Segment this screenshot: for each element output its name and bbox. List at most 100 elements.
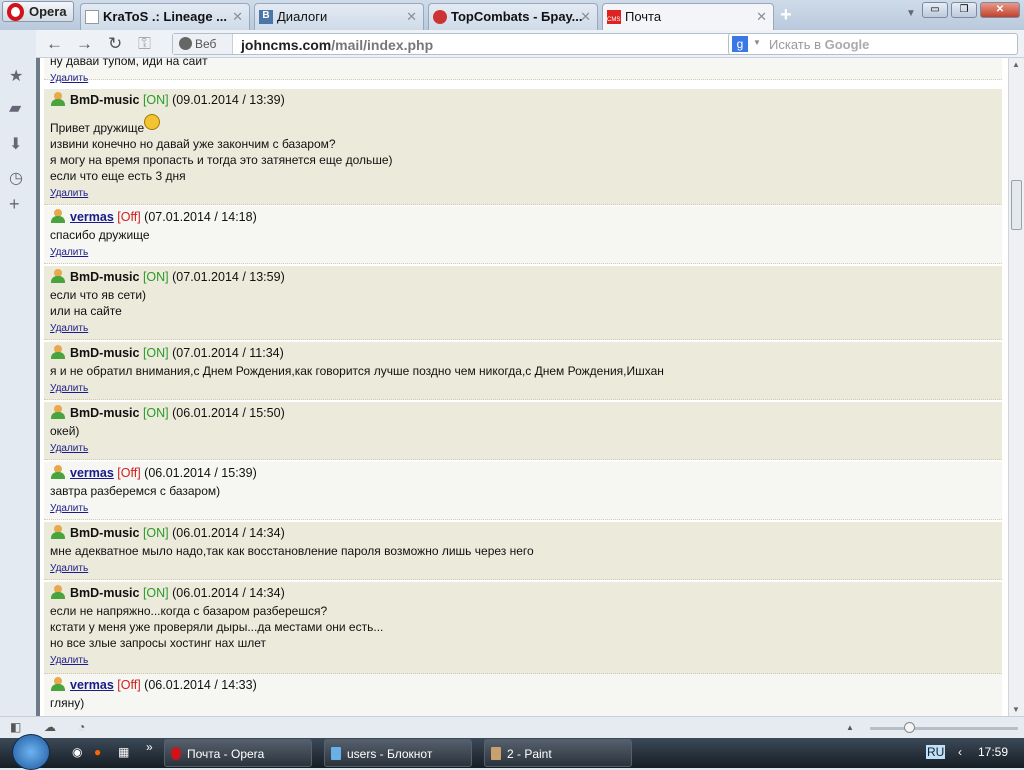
user-icon bbox=[50, 525, 66, 539]
back-icon[interactable]: ← bbox=[46, 34, 63, 54]
tab-dialogs[interactable]: B Диалоги ✕ bbox=[254, 3, 424, 30]
tab-mail[interactable]: CMS Почта ✕ bbox=[602, 3, 774, 30]
tab-list-icon[interactable]: ▼ bbox=[906, 8, 916, 19]
username[interactable]: vermas bbox=[70, 678, 114, 692]
user-icon bbox=[50, 677, 66, 691]
message-text: окей) bbox=[50, 424, 80, 438]
web-badge[interactable]: Веб bbox=[173, 34, 233, 54]
username: BmD-music bbox=[70, 406, 140, 420]
taskbar-notepad[interactable]: users - Блокнот bbox=[324, 739, 472, 767]
taskbar-label: users - Блокнот bbox=[347, 747, 433, 761]
message-header: BmD-music [ON] (09.01.2014 / 13:39) bbox=[50, 92, 996, 108]
message-text: гляну) bbox=[50, 696, 85, 710]
message-header: vermas [Off] (07.01.2014 / 14:18) bbox=[50, 209, 996, 225]
delete-link[interactable]: Удалить bbox=[50, 561, 996, 577]
message-text: кстати у меня уже проверяли дыры...да ме… bbox=[50, 620, 384, 634]
message-header: BmD-music [ON] (07.01.2014 / 11:34) bbox=[50, 345, 996, 361]
status-badge: [Off] bbox=[117, 210, 141, 224]
search-placeholder: Искать в bbox=[769, 37, 825, 52]
google-icon: g bbox=[732, 36, 748, 52]
opera-menu-button[interactable]: Opera bbox=[2, 1, 74, 22]
close-window-button[interactable]: ✕ bbox=[980, 2, 1020, 18]
scroll-thumb[interactable] bbox=[1011, 180, 1022, 230]
message-item: vermas [Off] (06.01.2014 / 15:39) завтра … bbox=[44, 462, 1002, 520]
user-icon bbox=[50, 269, 66, 283]
start-button[interactable] bbox=[12, 734, 50, 770]
delete-link[interactable]: Удалить bbox=[50, 71, 996, 87]
side-panel: ★ ▰ ⬇ ◷ + bbox=[0, 30, 36, 716]
new-tab-button[interactable]: + bbox=[780, 4, 792, 27]
close-tab-icon[interactable]: ✕ bbox=[406, 9, 417, 25]
tray-expand-icon[interactable]: ‹ bbox=[958, 745, 962, 759]
turbo-icon[interactable]: ◔ bbox=[78, 720, 85, 734]
message-header: BmD-music [ON] (06.01.2014 / 15:50) bbox=[50, 405, 996, 421]
delete-link[interactable]: Удалить bbox=[50, 381, 996, 397]
zoom-slider[interactable] bbox=[870, 722, 1018, 733]
language-indicator[interactable]: RU bbox=[926, 745, 946, 759]
notes-icon[interactable]: ▰ bbox=[9, 98, 21, 118]
tab-topcombats[interactable]: TopCombats - Брау... ✕ bbox=[428, 3, 598, 30]
username: BmD-music bbox=[70, 586, 140, 600]
message-item: BmD-music [ON] (07.01.2014 / 11:34) я и н… bbox=[44, 342, 1002, 400]
panel-toggle-icon[interactable]: ◧ bbox=[10, 720, 21, 734]
unite-icon[interactable]: ☁ bbox=[44, 720, 56, 734]
search-brand: Google bbox=[824, 37, 870, 52]
message-item: vermas [Off] (06.01.2014 / 14:33)гляну)У… bbox=[44, 674, 1002, 716]
close-tab-icon[interactable]: ✕ bbox=[580, 9, 591, 25]
more-icon[interactable]: » bbox=[146, 740, 153, 754]
history-icon[interactable]: ◷ bbox=[9, 168, 23, 188]
clock[interactable]: 17:59 bbox=[978, 745, 1008, 759]
delete-link[interactable]: Удалить bbox=[50, 245, 996, 261]
scroll-up-icon[interactable]: ▲ bbox=[1012, 60, 1020, 69]
scrollbar[interactable]: ▲ ▼ bbox=[1008, 58, 1024, 716]
message-header: BmD-music [ON] (06.01.2014 / 14:34) bbox=[50, 585, 996, 601]
taskbar-paint[interactable]: 2 - Paint bbox=[484, 739, 632, 767]
status-badge: [ON] bbox=[142, 93, 169, 107]
delete-link[interactable]: Удалить bbox=[50, 501, 996, 517]
opera-logo-icon bbox=[7, 3, 24, 21]
tab-title: Диалоги bbox=[277, 9, 328, 24]
minimize-button[interactable]: ▭ bbox=[922, 2, 948, 18]
chevron-down-icon[interactable]: ▼ bbox=[753, 38, 761, 47]
forward-icon[interactable]: → bbox=[76, 34, 93, 54]
page-content: ну давай тупом, иди на сайт Удалить BmD-… bbox=[36, 58, 1008, 716]
zoom-slider-handle[interactable] bbox=[904, 722, 915, 733]
tab-kratos[interactable]: KraToS .: Lineage ... ✕ bbox=[80, 3, 250, 30]
web-label: Веб bbox=[195, 37, 217, 51]
delete-link[interactable]: Удалить bbox=[50, 441, 996, 457]
status-badge: [Off] bbox=[117, 466, 141, 480]
calendar-icon[interactable]: ▦ bbox=[118, 745, 129, 759]
delete-link[interactable]: Удалить bbox=[50, 186, 996, 202]
tab-title: KraToS .: Lineage ... bbox=[103, 9, 228, 24]
key-icon[interactable]: ⚿ bbox=[138, 34, 151, 54]
username[interactable]: vermas bbox=[70, 210, 114, 224]
username: BmD-music bbox=[70, 270, 140, 284]
bookmarks-icon[interactable]: ★ bbox=[9, 66, 23, 86]
zoom-menu-icon[interactable]: ▲ bbox=[846, 723, 854, 732]
message-text: я и не обратил внимания,с Днем Рождения,… bbox=[50, 364, 664, 378]
app-icon[interactable]: ◉ bbox=[72, 745, 82, 759]
message-text: но все злые запросы хостинг нах шлет bbox=[50, 636, 266, 650]
message-header: BmD-music [ON] (06.01.2014 / 14:34) bbox=[50, 525, 996, 541]
user-icon bbox=[50, 405, 66, 419]
message-partial: ну давай тупом, иди на сайт Удалить bbox=[44, 58, 1002, 84]
address-field[interactable]: Веб johncms.com/mail/index.php ◝ ★ bbox=[172, 33, 758, 55]
message-item: vermas [Off] (07.01.2014 / 14:18) спасибо… bbox=[44, 206, 1002, 264]
delete-link[interactable]: Удалить bbox=[50, 653, 996, 669]
close-tab-icon[interactable]: ✕ bbox=[232, 9, 243, 25]
close-tab-icon[interactable]: ✕ bbox=[756, 9, 767, 25]
reload-icon[interactable]: ↻ bbox=[108, 34, 122, 54]
message-text: ну давай тупом, иди на сайт bbox=[50, 58, 208, 68]
firefox-icon[interactable]: ● bbox=[94, 745, 101, 759]
add-panel-icon[interactable]: + bbox=[9, 194, 20, 215]
taskbar-opera[interactable]: Почта - Opera bbox=[164, 739, 312, 767]
restore-button[interactable]: ❐ bbox=[951, 2, 977, 18]
downloads-icon[interactable]: ⬇ bbox=[9, 134, 22, 154]
username[interactable]: vermas bbox=[70, 466, 114, 480]
message-date: (06.01.2014 / 14:33) bbox=[144, 678, 257, 692]
search-field[interactable]: g ▼ Искать в Google bbox=[728, 33, 1018, 55]
delete-link[interactable]: Удалить bbox=[50, 321, 996, 337]
user-icon bbox=[50, 585, 66, 599]
url-domain: johncms.com bbox=[241, 37, 332, 53]
scroll-down-icon[interactable]: ▼ bbox=[1012, 705, 1020, 714]
